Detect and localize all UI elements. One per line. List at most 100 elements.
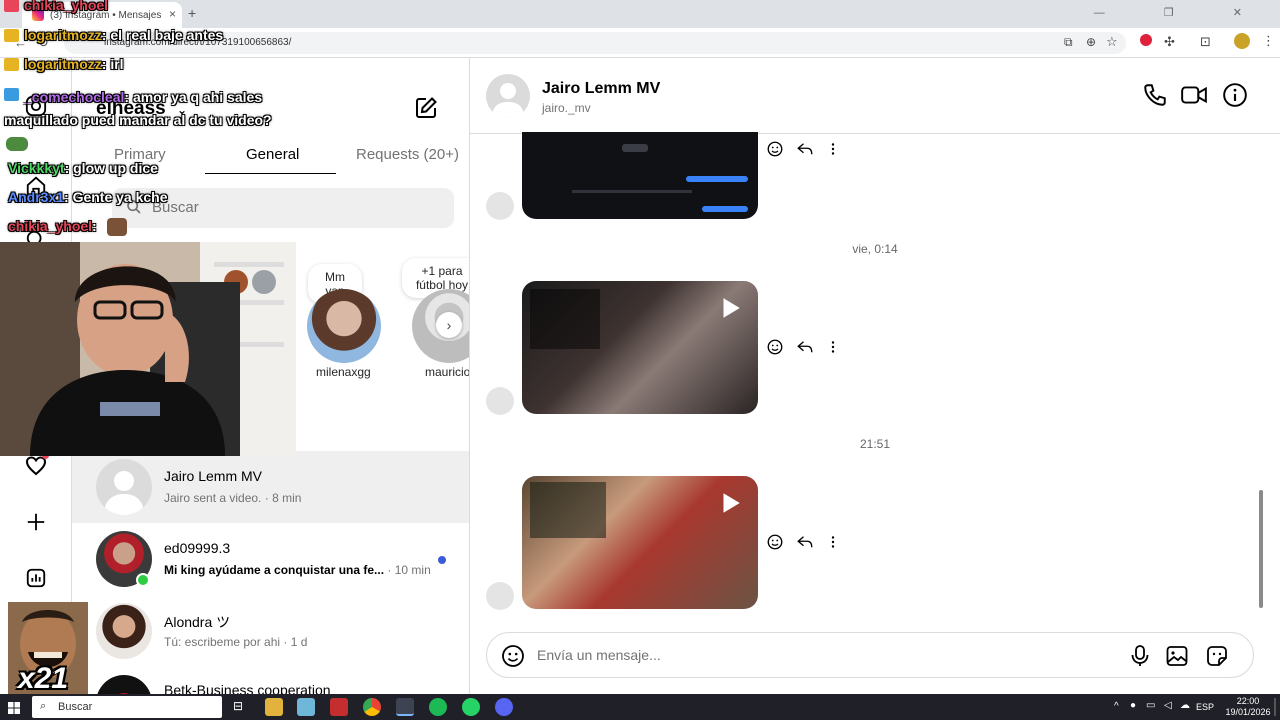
contact-avatar[interactable] [486, 74, 530, 118]
react-emoji-icon[interactable] [766, 533, 784, 556]
opera-extension-icon[interactable] [1140, 34, 1152, 46]
url-field[interactable]: instagram.com/direct/t/107319100656863/ [64, 32, 1126, 54]
file-explorer-icon[interactable] [265, 698, 283, 716]
react-emoji-icon[interactable] [766, 338, 784, 361]
message-timestamp: vie, 0:14 [852, 242, 898, 256]
reply-icon[interactable] [796, 533, 814, 556]
conversation-name: Betk-Business cooperation [164, 682, 331, 694]
play-icon[interactable] [717, 295, 743, 326]
note-username: mauricio [425, 365, 470, 379]
video-message[interactable] [522, 132, 758, 219]
clock-time[interactable]: 22:00 [1228, 696, 1268, 706]
tab-general[interactable]: General [246, 146, 299, 163]
home-icon[interactable] [22, 172, 50, 200]
unread-dot [438, 556, 446, 564]
network-icon[interactable]: ▭ [1146, 700, 1155, 711]
language-indicator[interactable]: ESP [1196, 702, 1214, 712]
message-composer[interactable]: Envía un mensaje... [486, 632, 1254, 678]
preview-time: · 1 d [283, 635, 308, 649]
install-app-icon[interactable]: ⧉ [1064, 35, 1073, 50]
play-icon[interactable] [717, 490, 743, 521]
show-desktop-button[interactable] [1274, 698, 1276, 716]
extensions-puzzle-icon[interactable]: ✣ [1164, 34, 1175, 50]
note-avatar[interactable] [307, 289, 381, 363]
search-input[interactable]: Buscar [112, 188, 454, 228]
video-message[interactable] [522, 281, 758, 414]
conversation-item[interactable]: ed09999.3 Mi king ayúdame a conquistar u… [72, 523, 469, 595]
close-tab-icon[interactable]: × [169, 7, 176, 21]
instagram-logo-icon[interactable] [22, 92, 50, 120]
taskbar-search-input[interactable]: ⌕ Buscar [32, 696, 222, 718]
app-icon[interactable] [330, 698, 348, 716]
windows-start-icon[interactable] [8, 701, 20, 719]
microphone-icon[interactable] [1129, 644, 1151, 673]
sticker-icon[interactable] [1205, 644, 1229, 673]
volume-icon[interactable]: ◁ [1164, 700, 1172, 711]
emoji-picker-icon[interactable] [501, 644, 525, 673]
spotify-icon[interactable] [429, 698, 447, 716]
note-username: milenaxgg [316, 365, 371, 379]
address-bar: ← ↻ instagram.com/direct/t/1073191006568… [0, 28, 1280, 58]
conversation-item[interactable]: Betk-Business cooperation [72, 667, 469, 694]
clock-date[interactable]: 19/01/2026 [1222, 707, 1274, 717]
microphone-tray-icon[interactable]: ● [1130, 700, 1136, 711]
avatar [96, 675, 152, 694]
tab-title: (3) Instagram • Mensajes [50, 10, 162, 21]
scrollbar-thumb[interactable] [1259, 490, 1263, 608]
tab-primary[interactable]: Primary [114, 146, 166, 163]
reload-icon[interactable]: ↻ [38, 35, 49, 51]
more-options-icon[interactable] [826, 338, 840, 361]
profile-avatar[interactable] [1234, 33, 1250, 49]
new-tab-icon[interactable]: + [188, 5, 196, 21]
react-emoji-icon[interactable] [766, 140, 784, 163]
window-controls[interactable]: — ❐ ✕ [1094, 6, 1270, 19]
inbox-username[interactable]: elheass ⌄ [96, 98, 187, 120]
tray-overflow-icon[interactable]: ^ [1114, 701, 1119, 712]
discord-icon[interactable] [495, 698, 513, 716]
compose-message-icon[interactable] [414, 96, 438, 125]
bookmark-star-icon[interactable]: ☆ [1106, 34, 1118, 50]
video-message[interactable] [522, 476, 758, 609]
zoom-icon[interactable]: ⊕ [1086, 35, 1096, 49]
conversation-item[interactable]: Alondra ツ Tú: escribeme por ahi · 1 d [72, 595, 469, 667]
more-options-icon[interactable] [826, 140, 840, 163]
dashboard-chart-icon[interactable] [22, 564, 50, 592]
conversation-preview: Jairo sent a video. · 8 min [164, 491, 301, 505]
preview-text: Tú: escribeme por ahi [164, 635, 281, 649]
phone-call-icon[interactable] [1142, 82, 1168, 113]
browser-menu-icon[interactable]: ⋮ [1262, 33, 1275, 49]
video-thumbnail-detail [530, 482, 606, 538]
video-call-icon[interactable] [1180, 82, 1208, 113]
cloud-icon[interactable]: ☁ [1180, 700, 1190, 711]
online-status-dot [136, 573, 150, 587]
back-icon[interactable]: ← [14, 35, 27, 50]
conversation-item[interactable]: Jairo Lemm MV Jairo sent a video. · 8 mi… [72, 451, 469, 523]
tab-requests[interactable]: Requests (20+) [356, 146, 459, 163]
chat-scrollbar[interactable] [1258, 140, 1264, 618]
screenshot-icon[interactable]: ⊡ [1200, 34, 1211, 50]
conversation-name: ed09999.3 [164, 540, 231, 556]
preview-time: · 8 min [264, 491, 302, 505]
reply-icon[interactable] [796, 338, 814, 361]
contact-name[interactable]: Jairo Lemm MV [542, 80, 660, 98]
video-thumbnail-detail [686, 176, 748, 182]
windows-taskbar: ⌕ Buscar ⊟ ^ ● ▭ ◁ ☁ ESP 22:00 19/01/202… [0, 694, 1280, 720]
reply-icon[interactable] [796, 140, 814, 163]
notepad-icon[interactable] [297, 698, 315, 716]
search-icon: ⌕ [40, 700, 47, 712]
whatsapp-icon[interactable] [462, 698, 480, 716]
browser-tab-bar: (3) Instagram • Mensajes × + — ❐ ✕ [0, 0, 1280, 28]
create-plus-icon[interactable] [22, 508, 50, 536]
conversation-info-icon[interactable] [1222, 82, 1248, 113]
chrome-icon[interactable] [363, 698, 381, 716]
obs-icon[interactable] [396, 698, 414, 716]
more-options-icon[interactable] [826, 533, 840, 556]
contact-handle: jairo._mv [542, 101, 591, 115]
image-upload-icon[interactable] [1165, 644, 1189, 673]
notifications-heart-icon[interactable] [22, 452, 50, 480]
task-view-icon[interactable]: ⊟ [233, 699, 243, 713]
browser-tab[interactable]: (3) Instagram • Mensajes × [22, 2, 182, 28]
webcam-overlay [0, 242, 296, 456]
chevron-right-icon[interactable]: › [436, 312, 462, 338]
video-thumbnail-detail [622, 144, 648, 152]
